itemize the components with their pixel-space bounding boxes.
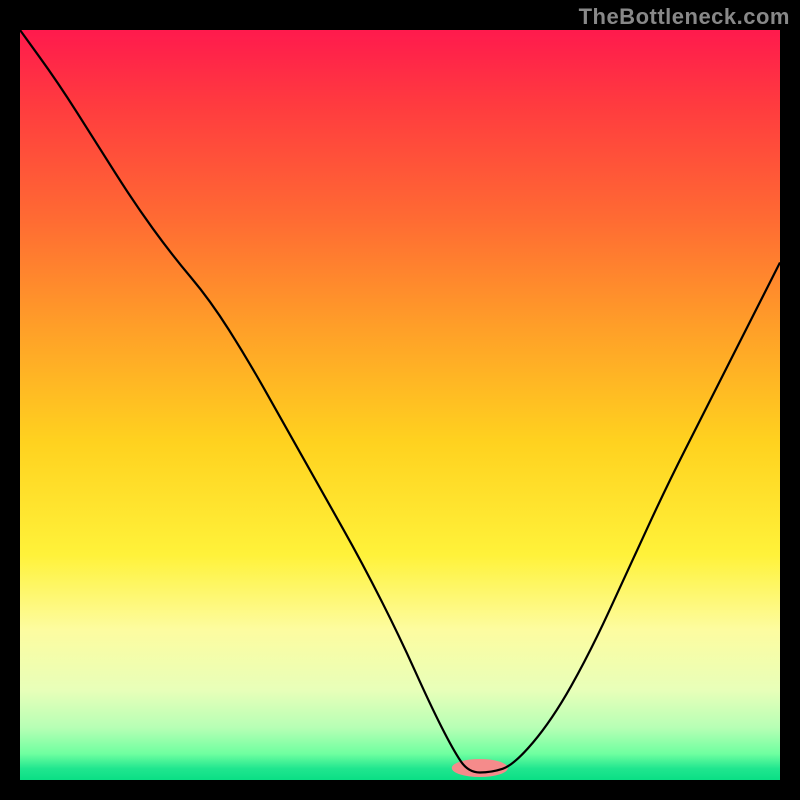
chart-svg: [20, 30, 780, 780]
chart-frame: TheBottleneck.com: [0, 0, 800, 800]
gradient-background: [20, 30, 780, 780]
plot-area: [20, 30, 780, 780]
watermark-text: TheBottleneck.com: [579, 4, 790, 30]
